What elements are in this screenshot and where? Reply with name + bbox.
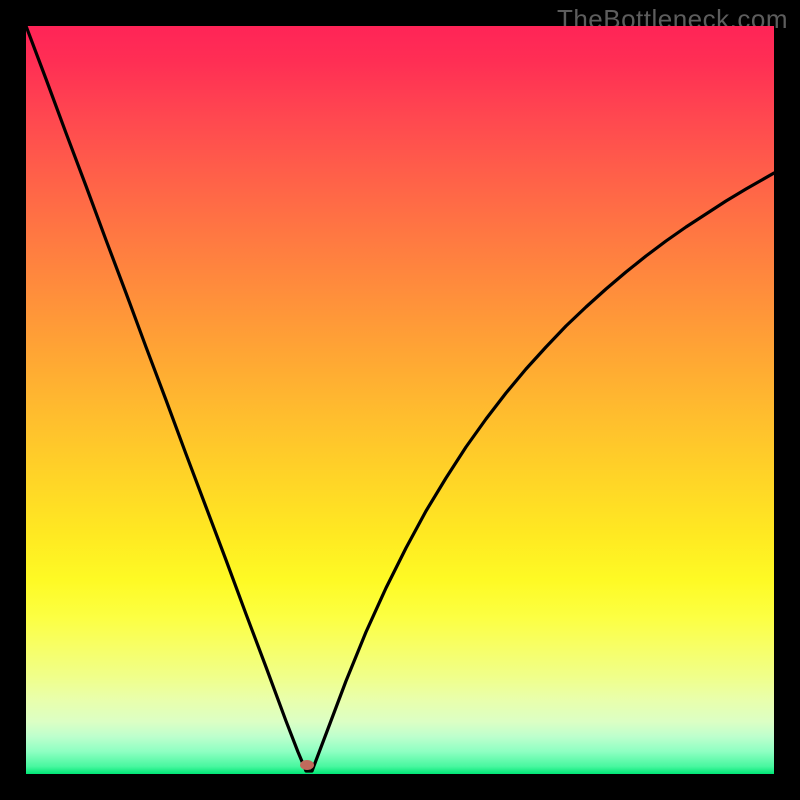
plot-area <box>26 26 774 774</box>
bottleneck-curve <box>26 26 774 774</box>
chart-frame: TheBottleneck.com <box>0 0 800 800</box>
optimum-marker <box>300 760 314 770</box>
